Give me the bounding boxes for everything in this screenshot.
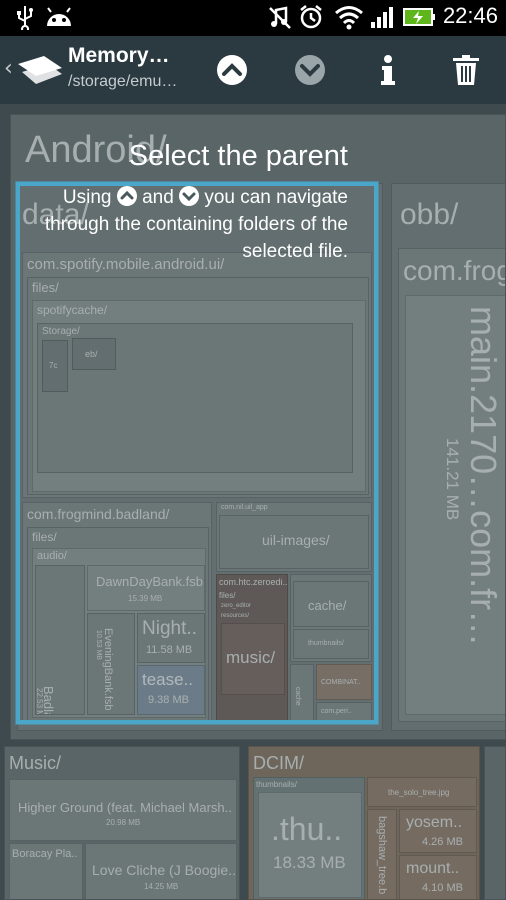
select-child-button[interactable]: [286, 46, 334, 94]
status-bar: 22:46: [0, 0, 506, 36]
battery-charging-icon: [402, 4, 436, 38]
info-icon: [381, 55, 395, 85]
hint-line-2: through the containing folders of the: [44, 214, 348, 235]
alarm-icon: [298, 4, 324, 38]
mute-icon: [268, 4, 292, 38]
wifi-icon: [334, 4, 364, 38]
hint-body: Using and you can navigate through the c…: [28, 184, 348, 265]
hint-line-1: Using and you can navigate: [28, 184, 348, 211]
delete-button[interactable]: [442, 46, 490, 94]
action-bar: ‹ Memory… /storage/emu…: [0, 36, 506, 104]
signal-icon: [370, 4, 396, 38]
status-time: 22:46: [442, 3, 498, 28]
chevron-down-circle-icon: [179, 186, 200, 206]
hint-text: and: [142, 187, 174, 208]
hint-title: Select the parent: [128, 140, 348, 172]
app-logo-icon: [18, 56, 62, 84]
chevron-down-circle-icon: [295, 55, 325, 85]
hint-line-3: selected file.: [242, 241, 348, 262]
info-button[interactable]: [364, 46, 412, 94]
back-chevron-icon: ‹: [4, 56, 13, 81]
action-bar-title: Memory…: [68, 44, 170, 67]
android-icon: [44, 4, 74, 38]
app-home-button[interactable]: ‹: [2, 46, 66, 94]
action-bar-subtitle: /storage/emu…: [68, 73, 178, 90]
hint-text: Using: [62, 187, 112, 208]
chevron-up-circle-icon: [116, 186, 137, 206]
chevron-up-circle-icon: [217, 55, 247, 85]
trash-icon: [453, 55, 479, 85]
select-parent-button[interactable]: [208, 46, 256, 94]
usb-icon: [14, 4, 36, 38]
hint-text: you can navigate: [204, 187, 348, 208]
